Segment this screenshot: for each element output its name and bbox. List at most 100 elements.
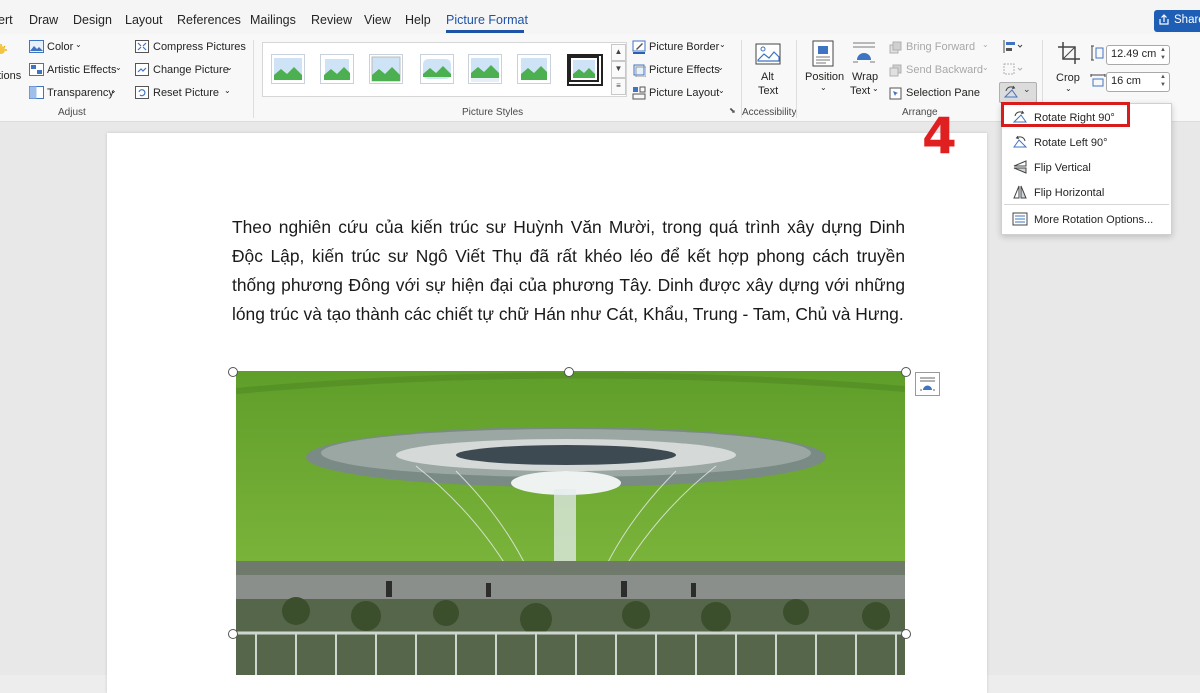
resize-handle[interactable]: [228, 629, 238, 639]
corrections-label[interactable]: tions: [0, 70, 21, 82]
transparency-icon: [29, 86, 44, 99]
reset-picture-label: Reset Picture: [153, 87, 220, 99]
more-rotation-icon: [1012, 212, 1028, 226]
picture-layout-dropdown-icon: ⌄: [718, 86, 725, 95]
transparency-label: Transparency: [47, 87, 114, 99]
picture-border-icon: [632, 40, 646, 54]
picture-border-label: Picture Border: [649, 41, 720, 53]
artistic-effects-label: Artistic Effects: [47, 64, 117, 76]
layout-options-icon: [920, 377, 935, 391]
picture-layout-icon: [632, 86, 646, 100]
position-dropdown-icon: ⌄: [820, 83, 827, 92]
tab-layout[interactable]: Layout: [125, 13, 163, 27]
highlight-box: [1001, 102, 1130, 127]
color-icon: [29, 40, 44, 53]
height-spin-down-icon[interactable]: ▼: [1160, 55, 1166, 61]
layout-options-button[interactable]: [915, 372, 940, 396]
group-objects-icon: [1003, 63, 1023, 75]
flip-horizontal-icon: [1013, 185, 1027, 199]
tab-mailings[interactable]: Mailings: [250, 13, 296, 27]
bring-forward-label: Bring Forward: [906, 41, 976, 53]
style-thumbnail[interactable]: [517, 54, 551, 84]
tab-references[interactable]: References: [177, 13, 241, 27]
height-icon: [1091, 45, 1104, 61]
body-paragraph[interactable]: Theo nghiên cứu của kiến trúc sư Huỳnh V…: [232, 213, 905, 329]
rotate-button[interactable]: ⌄: [999, 82, 1037, 103]
send-backward-label: Send Backward: [906, 64, 984, 76]
flip-horizontal-label: Flip Horizontal: [1034, 187, 1105, 199]
alt-text-icon: [755, 43, 781, 65]
style-thumbnail[interactable]: [369, 54, 403, 84]
width-spin-down-icon[interactable]: ▼: [1160, 82, 1166, 88]
flip-vertical-item[interactable]: Flip Vertical: [1002, 156, 1171, 180]
align-icon[interactable]: [1003, 40, 1023, 53]
resize-handle[interactable]: [228, 367, 238, 377]
height-field[interactable]: 12.49 cm ▲ ▼: [1106, 45, 1170, 65]
dialog-launcher-icon[interactable]: ⬊: [729, 106, 736, 115]
selection-pane-label: Selection Pane: [906, 87, 980, 99]
gallery-scroll-down-button[interactable]: ▼: [611, 61, 626, 78]
style-thumbnail[interactable]: [567, 54, 603, 86]
style-thumbnail[interactable]: [468, 54, 502, 84]
tab-review[interactable]: Review: [311, 13, 352, 27]
ribbon-separator: [253, 40, 254, 118]
gallery-more-button[interactable]: ≡: [611, 78, 626, 95]
menu-bar: ert Draw Design Layout References Mailin…: [0, 0, 1200, 34]
picture-effects-label: Picture Effects: [649, 64, 720, 76]
change-picture-dropdown-icon: ⌄: [226, 63, 233, 72]
send-backward-icon: [889, 64, 902, 77]
bring-forward-icon: [889, 41, 902, 54]
style-thumbnail[interactable]: [420, 54, 454, 84]
reset-picture-icon: [135, 86, 149, 99]
rotate-left-icon: [1013, 135, 1028, 148]
tab-design[interactable]: Design: [73, 13, 112, 27]
selection-pane-icon: [889, 87, 902, 100]
style-thumbnail[interactable]: [320, 54, 354, 84]
accessibility-group-label: Accessibility: [742, 107, 797, 118]
height-spin-up-icon[interactable]: ▲: [1160, 47, 1166, 53]
picture-styles-gallery: [262, 42, 627, 97]
width-field[interactable]: 16 cm ▲ ▼: [1106, 72, 1170, 92]
width-spin-up-icon[interactable]: ▲: [1160, 74, 1166, 80]
ribbon-separator: [796, 40, 797, 118]
position-icon: [812, 40, 834, 67]
tab-view[interactable]: View: [364, 13, 391, 27]
tab-insert[interactable]: ert: [0, 13, 13, 27]
resize-handle[interactable]: [901, 629, 911, 639]
more-rotation-label: More Rotation Options...: [1034, 214, 1154, 226]
picture-border-dropdown-icon: ⌄: [719, 40, 726, 49]
crop-icon: [1058, 42, 1080, 64]
picture-layout-label: Picture Layout: [649, 87, 720, 99]
step-number: 4: [922, 107, 957, 165]
alt-text-label-line1: Alt: [761, 71, 774, 83]
picture-styles-group-label: Picture Styles: [462, 107, 524, 118]
color-dropdown-icon: ⌄: [75, 40, 82, 49]
artistic-effects-dropdown-icon: ⌄: [115, 63, 122, 72]
flip-vertical-icon: [1013, 160, 1027, 174]
corrections-icon: [0, 44, 7, 54]
bring-forward-dropdown-icon: ⌄: [982, 40, 989, 49]
more-rotation-options-item[interactable]: More Rotation Options...: [1002, 208, 1171, 232]
transparency-dropdown-icon: ⌄: [110, 86, 117, 95]
change-picture-icon: [135, 63, 149, 76]
tab-picture-format[interactable]: Picture Format: [446, 13, 528, 27]
tab-help[interactable]: Help: [405, 13, 431, 27]
wrap-text-label-line1: Wrap: [852, 71, 879, 83]
gallery-scroll-up-button[interactable]: ▲: [611, 44, 626, 61]
color-label: Color: [47, 41, 74, 53]
resize-handle[interactable]: [901, 367, 911, 377]
send-backward-dropdown-icon: ⌄: [982, 63, 989, 72]
selected-picture[interactable]: [236, 371, 905, 675]
artistic-effects-icon: [29, 63, 44, 76]
flip-horizontal-item[interactable]: Flip Horizontal: [1002, 181, 1171, 205]
tab-draw[interactable]: Draw: [29, 13, 58, 27]
resize-handle[interactable]: [564, 367, 574, 377]
active-tab-indicator: [446, 30, 524, 33]
picture-effects-icon: [633, 64, 646, 77]
wrap-text-icon: [853, 42, 875, 63]
width-value: 16 cm: [1111, 75, 1141, 87]
rotate-left-90-item[interactable]: Rotate Left 90°: [1002, 131, 1171, 155]
width-icon: [1090, 74, 1106, 87]
style-thumbnail[interactable]: [271, 54, 305, 84]
share-button[interactable]: Share: [1154, 10, 1200, 32]
